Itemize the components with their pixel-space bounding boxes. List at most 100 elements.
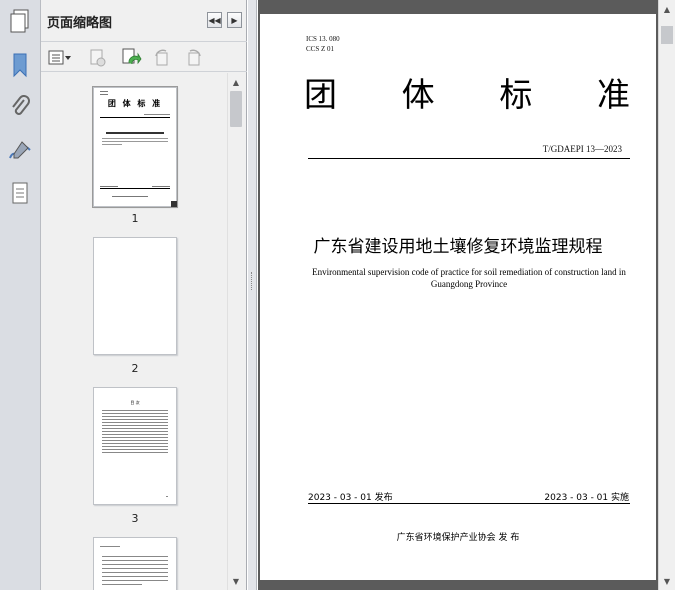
mini-line: [102, 138, 168, 139]
delete-page-button[interactable]: [87, 47, 109, 69]
mini-line: [102, 564, 168, 565]
thumbnail-panel: 页面缩略图 ◀◀ ▶ 团 体 标 准 1 2 目 次 3 ▲ ▼: [41, 0, 247, 590]
panel-title: 页面缩略图: [47, 16, 113, 31]
thumbnail-page-number: 3: [131, 512, 139, 525]
rotate-right-icon: [188, 49, 201, 66]
bookmarks-icon[interactable]: [4, 50, 36, 80]
mini-line: [102, 425, 168, 426]
ccs-code: CCS Z 01: [306, 45, 335, 53]
thumbnail-page-number: 2: [131, 362, 139, 375]
mini-line: [102, 437, 168, 438]
mini-line: [106, 132, 164, 134]
scroll-up-icon[interactable]: ▲: [659, 2, 675, 16]
mini-line: [102, 443, 168, 444]
scroll-up-icon[interactable]: ▲: [228, 75, 244, 89]
mini-line: [102, 568, 168, 569]
mini-line: [144, 114, 170, 115]
chevron-right-icon: ▶: [231, 15, 238, 25]
document-view: ICS 13. 080 CCS Z 01 团 体 标 准 T/GDAEPI 13…: [258, 0, 658, 590]
collapse-left-button[interactable]: ◀◀: [207, 12, 222, 28]
mini-line: [102, 413, 168, 414]
mini-line: [112, 196, 148, 197]
mini-line: [100, 91, 108, 92]
thumbnail-toolbar: [41, 44, 247, 72]
mini-line: [166, 496, 168, 497]
thumbnail-mini-title: 团 体 标 准: [107, 98, 163, 108]
signatures-icon[interactable]: [4, 136, 36, 166]
chinese-title: 广东省建设用地土壤修复环境监理规程: [313, 237, 603, 257]
expand-right-button[interactable]: ▶: [227, 12, 242, 28]
thumbnail-page-number: 1: [131, 212, 139, 225]
thumbnail-page-1[interactable]: 团 体 标 准: [92, 86, 178, 208]
mini-line: [152, 186, 170, 187]
thumbnail-page-2[interactable]: [93, 237, 177, 355]
standard-number: T/GDAEPI 13—2023: [542, 144, 622, 154]
mini-line: [102, 141, 168, 142]
resize-handle[interactable]: [171, 201, 177, 207]
mini-line: [102, 419, 168, 420]
issuer: 广东省环境保护产业协会 发 布: [396, 533, 520, 543]
mini-line: [100, 188, 170, 189]
header-rule: [308, 158, 630, 159]
attachments-icon[interactable]: [4, 92, 36, 122]
thumbnail-page-3[interactable]: 目 次: [93, 387, 177, 505]
double-chevron-left-icon: ◀◀: [208, 15, 221, 25]
insert-page-icon: [122, 48, 142, 65]
mini-line: [102, 431, 168, 432]
rotate-counterclockwise-button[interactable]: [151, 47, 173, 69]
delete-page-icon: [90, 49, 106, 67]
title-char: 体: [401, 75, 435, 114]
mini-line: [102, 422, 168, 423]
document-page: ICS 13. 080 CCS Z 01 团 体 标 准 T/GDAEPI 13…: [260, 14, 656, 580]
mini-line: [102, 572, 168, 573]
implement-date: 2023 - 03 - 01 实施: [544, 493, 629, 503]
scroll-down-icon[interactable]: ▼: [228, 574, 244, 588]
options-menu-button[interactable]: [47, 47, 73, 69]
mini-line: [102, 556, 168, 557]
mini-line: [102, 449, 168, 450]
mini-line: [102, 440, 168, 441]
footer-rule: [308, 503, 630, 504]
panel-splitter[interactable]: [248, 0, 257, 590]
title-char: 准: [596, 75, 630, 114]
title-char: 标: [499, 75, 533, 114]
mini-line: [100, 117, 170, 118]
document-scrollbar[interactable]: ▲ ▼: [658, 0, 675, 590]
title-char: 团: [304, 75, 337, 114]
mini-line: [102, 584, 142, 585]
thumbnail-scrollbar[interactable]: ▲ ▼: [227, 73, 244, 590]
thumbnail-mini-title: 目 次: [130, 400, 140, 405]
standard-type-title: 团 体 标 准: [304, 68, 630, 116]
layers-icon[interactable]: [4, 178, 36, 208]
english-title: Environmental supervision code of practi…: [312, 267, 626, 289]
rotate-clockwise-button[interactable]: [183, 47, 205, 69]
mini-line: [102, 560, 168, 561]
mini-line: [102, 452, 168, 453]
scrollbar-thumb[interactable]: [230, 91, 242, 127]
mini-line: [102, 144, 122, 145]
options-icon: [48, 50, 71, 65]
scrollbar-thumb[interactable]: [661, 26, 673, 44]
ics-code: ICS 13. 080: [306, 35, 340, 43]
mini-line: [100, 186, 118, 187]
mini-line: [102, 428, 168, 429]
mini-line: [102, 580, 168, 581]
navigation-rail: [0, 0, 41, 590]
scroll-down-icon[interactable]: ▼: [659, 574, 675, 588]
panel-header: 页面缩略图 ◀◀ ▶: [41, 0, 247, 42]
rotate-left-icon: [155, 49, 168, 66]
insert-page-button[interactable]: [119, 47, 143, 69]
pages-icon[interactable]: [4, 6, 36, 36]
mini-line: [102, 434, 168, 435]
mini-line: [100, 94, 108, 95]
mini-line: [100, 546, 120, 547]
splitter-grip-icon[interactable]: [251, 272, 253, 290]
mini-line: [102, 576, 168, 577]
mini-line: [102, 416, 168, 417]
mini-line: [102, 410, 168, 411]
thumbnail-page-4[interactable]: [93, 537, 177, 590]
publish-date: 2023 - 03 - 01 发布: [308, 493, 393, 503]
ics-code-block: ICS 13. 080 CCS Z 01: [306, 34, 340, 54]
mini-line: [102, 446, 168, 447]
thumbnail-list: 团 体 标 准 1 2 目 次 3: [41, 73, 226, 590]
